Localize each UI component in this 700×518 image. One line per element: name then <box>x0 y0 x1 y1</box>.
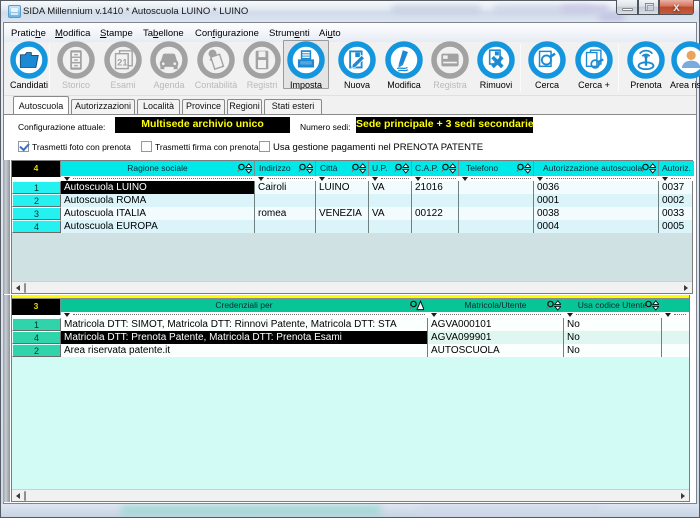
svg-text:21: 21 <box>117 58 127 68</box>
